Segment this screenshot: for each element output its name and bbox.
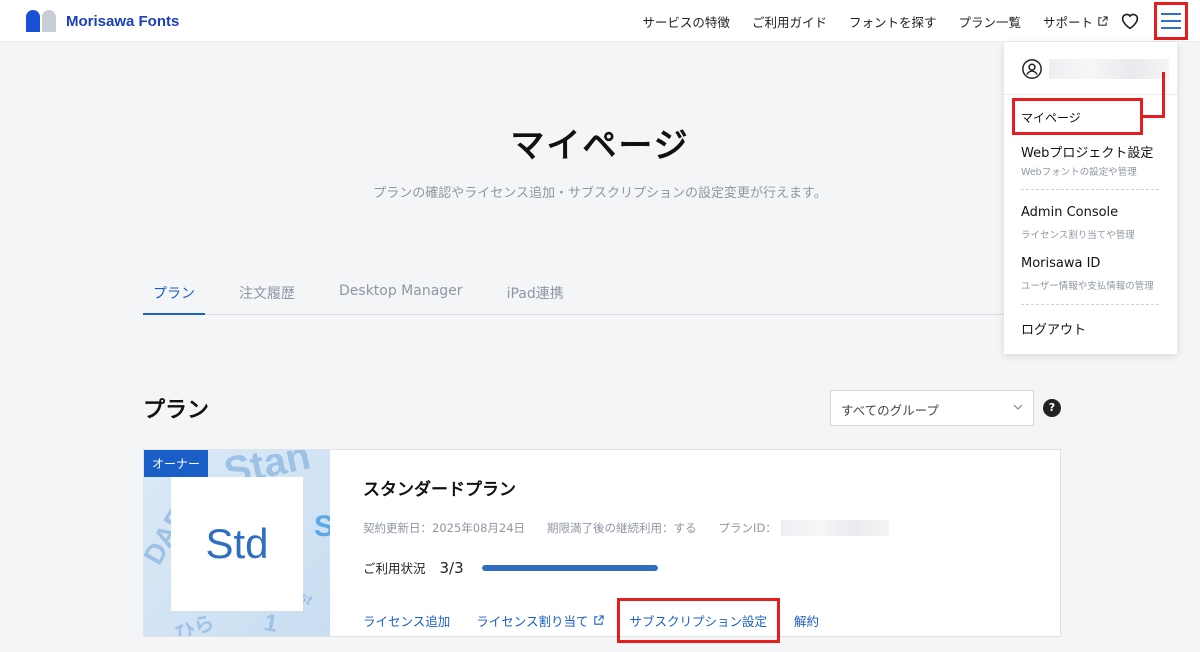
- dropdown-separator: [1021, 304, 1159, 305]
- std-logo: Std: [171, 477, 303, 611]
- logo-mark-icon: [26, 10, 56, 32]
- mypage-highlight-box: [1012, 98, 1143, 135]
- hamburger-menu-button[interactable]: [1154, 2, 1188, 40]
- assign-license-link[interactable]: ライセンス割り当て: [476, 611, 604, 630]
- account-dropdown-menu: マイページ Webプロジェクト設定 Webフォントの設定や管理 Admin Co…: [1004, 42, 1177, 354]
- plan-name: スタンダードプラン: [363, 480, 516, 500]
- annotation-connector: [1143, 115, 1165, 118]
- menu-item-morisawa-id[interactable]: Morisawa ID: [1021, 256, 1100, 271]
- nav-item-features[interactable]: サービスの特徴: [642, 12, 730, 31]
- brand-logo[interactable]: Morisawa Fonts: [26, 10, 179, 32]
- group-select-value: すべてのグループ: [841, 403, 939, 418]
- annotation-connector: [1162, 72, 1165, 118]
- plan-section-title: プラン: [143, 398, 210, 423]
- dropdown-user: [1021, 58, 1169, 80]
- plan-thumbnail: Stan DAR S 1 ひら st Std オーナー: [144, 450, 330, 636]
- usage-value: 3/3: [439, 558, 464, 577]
- dropdown-divider: [1004, 94, 1177, 95]
- username-redacted: [1049, 59, 1169, 79]
- site-header: Morisawa Fonts サービスの特徴 ご利用ガイド フォントを探す プラ…: [0, 0, 1200, 42]
- main-nav: サービスの特徴 ご利用ガイド フォントを探す プラン一覧 サポート: [620, 0, 1140, 42]
- plan-card: Stan DAR S 1 ひら st Std オーナー スタンダードプラン 契約…: [143, 449, 1061, 643]
- favorite-heart-icon[interactable]: [1120, 11, 1140, 31]
- dropdown-separator: [1021, 189, 1159, 190]
- tab-order-history[interactable]: 注文履歴: [229, 273, 305, 315]
- plan-id-label: プランID：: [718, 521, 777, 535]
- external-link-icon: [1098, 15, 1108, 26]
- nav-item-guide[interactable]: ご利用ガイド: [752, 12, 827, 31]
- menu-item-admin-console-desc: ライセンス割り当てや管理: [1021, 230, 1135, 241]
- usage-progress-bar: [481, 564, 658, 571]
- continuation-setting: 期限満了後の継続利用：する: [547, 521, 697, 535]
- nav-item-plans[interactable]: プラン一覧: [958, 12, 1021, 31]
- std-logo-text: Std: [205, 520, 269, 567]
- tab-desktop-manager[interactable]: Desktop Manager: [329, 273, 473, 315]
- menu-item-logout[interactable]: ログアウト: [1021, 319, 1086, 338]
- cancel-plan-link[interactable]: 解約: [794, 611, 819, 630]
- plan-actions: ライセンス追加 ライセンス割り当て サブスクリプション設定 解約: [363, 598, 845, 643]
- brand-name: Morisawa Fonts: [66, 12, 180, 30]
- nav-support-label: サポート: [1042, 14, 1093, 30]
- chevron-down-icon: [1013, 404, 1023, 410]
- assign-license-label: ライセンス割り当て: [476, 614, 589, 629]
- menu-item-admin-console[interactable]: Admin Console: [1021, 205, 1118, 220]
- tab-plan[interactable]: プラン: [143, 273, 205, 315]
- menu-item-web-project[interactable]: Webプロジェクト設定: [1021, 142, 1153, 161]
- nav-item-find-fonts[interactable]: フォントを探す: [849, 12, 937, 31]
- tab-ipad[interactable]: iPad連携: [497, 273, 574, 315]
- user-avatar-icon: [1022, 59, 1042, 79]
- external-link-icon: [593, 615, 604, 625]
- add-license-link[interactable]: ライセンス追加: [363, 611, 450, 630]
- menu-item-morisawa-id-desc: ユーザー情報や支払情報の管理: [1021, 281, 1154, 292]
- usage-label: ご利用状況: [363, 561, 426, 576]
- renewal-date: 契約更新日：2025年08月24日: [363, 521, 526, 535]
- help-icon[interactable]: ?: [1043, 399, 1061, 417]
- plan-meta: 契約更新日：2025年08月24日 期限満了後の継続利用：する プランID：: [363, 520, 911, 536]
- usage-status: ご利用状況 3/3: [363, 558, 658, 577]
- group-select[interactable]: すべてのグループ: [830, 390, 1034, 426]
- mypage-tabs: プラン 注文履歴 Desktop Manager iPad連携: [143, 273, 1061, 315]
- menu-item-web-project-desc: Webフォントの設定や管理: [1021, 167, 1137, 178]
- owner-badge: オーナー: [144, 450, 209, 477]
- nav-item-support[interactable]: サポート: [1043, 12, 1108, 31]
- plan-id-redacted: [780, 520, 889, 536]
- usage-progress-fill: [481, 564, 658, 571]
- subscription-settings-link[interactable]: サブスクリプション設定: [616, 598, 781, 643]
